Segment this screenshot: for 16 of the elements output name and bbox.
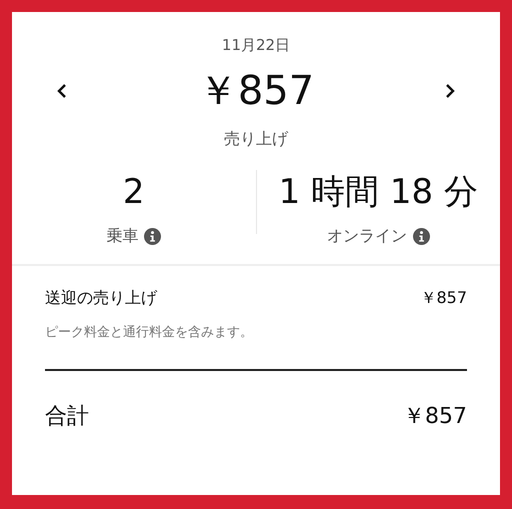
info-icon[interactable]: [412, 228, 430, 245]
chevron-left-icon[interactable]: [56, 83, 68, 99]
earnings-amount: ￥857: [198, 67, 314, 116]
stat-label: オンライン: [326, 226, 407, 247]
info-icon[interactable]: [144, 228, 162, 245]
earnings-label: 売り上げ: [224, 129, 288, 150]
chevron-right-icon[interactable]: [444, 83, 456, 99]
stat-value: 1 時間 18 分: [278, 171, 478, 214]
breakdown-amount: ￥857: [420, 288, 467, 309]
total-amount: ￥857: [403, 402, 467, 430]
breakdown-note: ピーク料金と通行料金を含みます。: [45, 324, 254, 341]
date-label: 11月22日: [222, 36, 290, 55]
total-label: 合計: [45, 402, 89, 430]
stat-label: 乗車: [106, 226, 138, 247]
breakdown-title: 送迎の売り上げ: [45, 288, 157, 309]
stat-value: 2: [122, 171, 145, 214]
